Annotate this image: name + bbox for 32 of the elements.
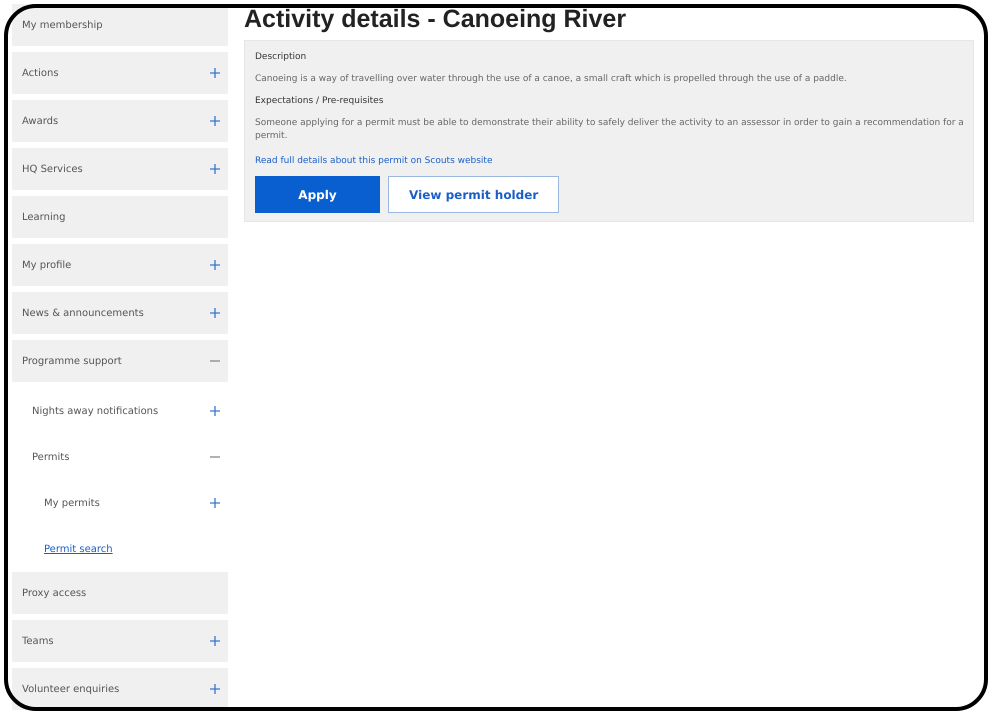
page-title: Activity details - Canoeing River bbox=[244, 4, 628, 34]
plus-icon[interactable] bbox=[210, 68, 220, 78]
nav-item[interactable]: My permits bbox=[44, 496, 100, 510]
nav-item[interactable]: Volunteer enquiries bbox=[22, 682, 120, 696]
nav-item[interactable]: Permits bbox=[32, 450, 70, 464]
nav-item[interactable]: Proxy access bbox=[22, 586, 86, 600]
plus-icon[interactable] bbox=[210, 116, 220, 126]
section-text: Someone applying for a permit must be able to demonstrate their ability to safely deliver the activity to an assessor in order to gain a recommendation for a permit. bbox=[255, 116, 965, 143]
nav-item[interactable]: Programme support bbox=[22, 354, 122, 368]
nav-item[interactable]: My membership bbox=[22, 18, 103, 32]
plus-icon[interactable] bbox=[210, 308, 220, 318]
nav-item[interactable]: Actions bbox=[22, 66, 59, 80]
nav-item[interactable]: News & announcements bbox=[22, 306, 144, 320]
plus-icon[interactable] bbox=[210, 260, 220, 270]
plus-icon[interactable] bbox=[210, 406, 220, 416]
section-heading: Expectations / Pre-requisites bbox=[255, 95, 384, 108]
nav-item[interactable]: Nights away notifications bbox=[32, 404, 158, 418]
plus-icon[interactable] bbox=[210, 498, 220, 508]
nav-item[interactable]: My profile bbox=[22, 258, 72, 272]
nav-item[interactable]: Awards bbox=[22, 114, 58, 128]
details-link[interactable]: Read full details about this permit on Scouts website bbox=[255, 156, 493, 166]
plus-icon[interactable] bbox=[210, 684, 220, 694]
view-permit-holder-button[interactable]: View permit holder bbox=[388, 176, 560, 213]
apply-button[interactable]: Apply bbox=[255, 176, 380, 213]
section-heading: Description bbox=[255, 51, 308, 64]
nav-item[interactable]: HQ Services bbox=[22, 162, 83, 176]
nav-item[interactable]: Learning bbox=[22, 210, 66, 224]
plus-icon[interactable] bbox=[210, 636, 220, 646]
section-text: Canoeing is a way of travelling over water through the use of a canoe, a small craft which is propelled through the use of a paddle. bbox=[255, 72, 848, 86]
nav-item[interactable]: Teams bbox=[22, 634, 54, 648]
nav-item[interactable]: Permit search bbox=[44, 542, 113, 556]
plus-icon[interactable] bbox=[210, 164, 220, 174]
